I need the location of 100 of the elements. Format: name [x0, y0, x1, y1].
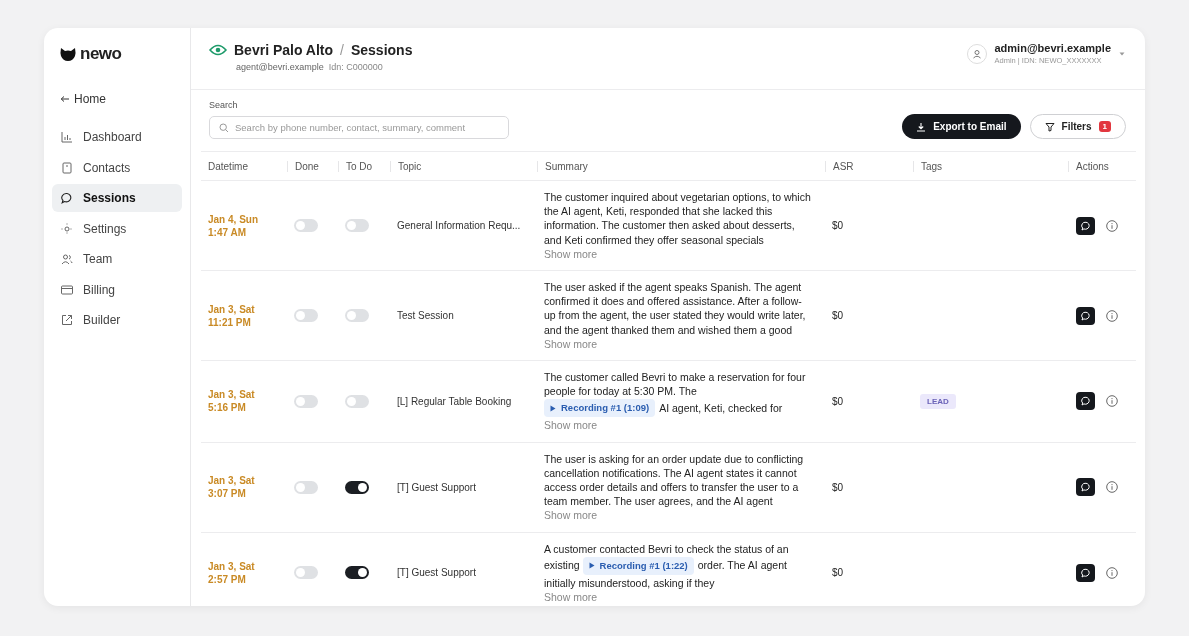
show-more-link[interactable]: Show more — [544, 508, 598, 523]
column-header: Datetime — [207, 160, 249, 172]
session-date: Jan 3, Sat — [208, 474, 255, 488]
nav-item[interactable]: Contacts — [52, 153, 182, 182]
agent-email: agent@bevri.example — [236, 62, 324, 72]
asr-value: $0 — [832, 395, 844, 407]
filter-icon — [1044, 121, 1055, 132]
todo-toggle[interactable] — [345, 394, 369, 408]
show-more-link[interactable]: Show more — [544, 336, 598, 352]
info-icon[interactable] — [1106, 309, 1118, 322]
eye-icon — [209, 44, 227, 56]
search-icon — [219, 123, 229, 133]
avatar-icon[interactable] — [966, 43, 987, 64]
recording-chip[interactable]: Recording #1 (1:09) — [544, 399, 656, 418]
search-label: Search — [209, 100, 239, 110]
session-time: 2:57 PM — [208, 572, 246, 586]
breadcrumb-separator: / — [340, 42, 344, 58]
column-header: ASR — [825, 160, 913, 172]
page-title: Sessions — [350, 42, 413, 58]
session-summary: A customer contacted Bevri to check the status of an existing Recording #1 (1:22) order. The AI agent initially misunderstood, asking if they — [544, 541, 790, 591]
info-icon[interactable] — [1106, 566, 1118, 579]
external-link-icon — [61, 314, 73, 326]
session-time: 11:21 PM — [208, 315, 251, 329]
session-time: 3:07 PM — [208, 487, 246, 501]
column-header: To Do — [338, 160, 390, 172]
asr-value: $0 — [832, 481, 844, 493]
done-toggle[interactable] — [294, 480, 318, 494]
home-link[interactable]: Home — [52, 92, 182, 106]
session-date: Jan 3, Sat — [208, 559, 255, 573]
info-icon[interactable] — [1106, 219, 1118, 232]
export-button[interactable]: Export to Email — [902, 114, 1021, 139]
session-summary: The user is asking for an order update due to conflicting cancellation notifications. The AI agent states it cannot access order details and offers to transfer the user to a team member. The user agrees, and the AI agent — [544, 451, 805, 509]
credit-card-icon — [61, 283, 73, 296]
todo-toggle[interactable] — [345, 219, 369, 232]
session-topic: General Information Requ... — [397, 220, 521, 231]
session-summary: The customer called Bevri to make a reservation for four people for today at 5:30 PM. The Recording #1 (1:09) AI agent, Keti, checked for — [544, 370, 811, 419]
chat-button[interactable] — [1076, 392, 1095, 411]
play-icon — [588, 562, 595, 570]
session-summary: The user asked if the agent speaks Spanish. The agent confirmed it does and offered assistance. After a follow-up from the agent, the user stated they would write later, and the agent thanked them and wished them a good — [544, 280, 807, 337]
session-topic: [T] Guest Support — [397, 567, 476, 579]
chat-bubble-icon — [1080, 396, 1091, 407]
breadcrumb-title: Bevri Palo Alto — [234, 42, 334, 58]
session-time: 5:16 PM — [208, 401, 246, 415]
session-date: Jan 4, Sun — [208, 212, 258, 226]
chat-bubble-icon — [1080, 220, 1091, 231]
search-field[interactable]: Search by phone number, contact, summary, comment — [209, 116, 509, 139]
done-toggle[interactable] — [294, 309, 318, 322]
chat-bubble-icon — [1080, 310, 1091, 321]
tag-badge: LEAD — [920, 393, 956, 409]
logo-text: newo — [80, 44, 122, 64]
session-time: 1:47 AM — [208, 225, 246, 239]
chat-bubble-icon — [1080, 567, 1091, 578]
session-topic: [L] Regular Table Booking — [397, 395, 512, 407]
todo-toggle[interactable] — [345, 566, 369, 580]
nav-item[interactable]: Builder — [52, 306, 182, 334]
info-icon[interactable] — [1106, 395, 1118, 408]
column-header: Actions — [1068, 160, 1136, 172]
caret-icon[interactable] — [1119, 51, 1125, 56]
show-more-link[interactable]: Show more — [544, 418, 598, 433]
nav-item[interactable]: Dashboard — [52, 123, 182, 151]
column-header: Summary — [537, 160, 825, 172]
bar-chart-icon — [61, 131, 73, 143]
settings-icon — [61, 222, 73, 235]
nav-item[interactable]: Sessions — [52, 184, 182, 212]
done-toggle[interactable] — [294, 566, 318, 580]
session-date: Jan 3, Sat — [208, 388, 255, 402]
asr-value: $0 — [832, 567, 844, 579]
nav-item[interactable]: Team — [52, 245, 182, 273]
people-icon — [61, 253, 73, 265]
session-summary: The customer inquired about vegetarian options, to which the AI agent, Keti, responded that she lacked this information. The customer then asked about desserts, and Keti confirmed they offer seasonal specials — [544, 190, 811, 247]
chat-button[interactable] — [1076, 306, 1095, 325]
done-toggle[interactable] — [294, 219, 318, 232]
chat-button[interactable] — [1076, 478, 1095, 497]
done-toggle[interactable] — [294, 394, 318, 408]
nav-item[interactable]: Billing — [52, 275, 182, 304]
contact-card-icon — [61, 161, 73, 174]
asr-value: $0 — [832, 220, 844, 231]
column-header: Done — [287, 160, 338, 172]
chat-button[interactable] — [1076, 563, 1095, 582]
todo-toggle[interactable] — [345, 309, 369, 322]
chat-bubble-icon — [61, 192, 73, 204]
user-email: admin@bevri.example — [994, 42, 1111, 54]
recording-chip[interactable]: Recording #1 (1:22) — [582, 556, 694, 575]
asr-value: $0 — [832, 310, 844, 321]
logo-icon — [60, 47, 76, 61]
nav-item[interactable]: Settings — [52, 214, 182, 243]
download-icon — [916, 121, 927, 132]
todo-toggle[interactable] — [345, 480, 369, 494]
show-more-link[interactable]: Show more — [544, 246, 598, 261]
show-more-link[interactable]: Show more — [544, 590, 598, 605]
filters-button[interactable]: Filters 1 — [1029, 114, 1126, 139]
info-icon[interactable] — [1106, 481, 1118, 494]
filter-count-badge: 1 — [1098, 121, 1111, 132]
column-header: Topic — [390, 160, 537, 172]
session-date: Jan 3, Sat — [208, 302, 255, 316]
session-topic: Test Session — [397, 310, 454, 321]
back-arrow-icon — [60, 95, 70, 103]
chat-bubble-icon — [1080, 482, 1091, 493]
chat-button[interactable] — [1076, 216, 1095, 235]
column-header: Tags — [913, 160, 1068, 172]
